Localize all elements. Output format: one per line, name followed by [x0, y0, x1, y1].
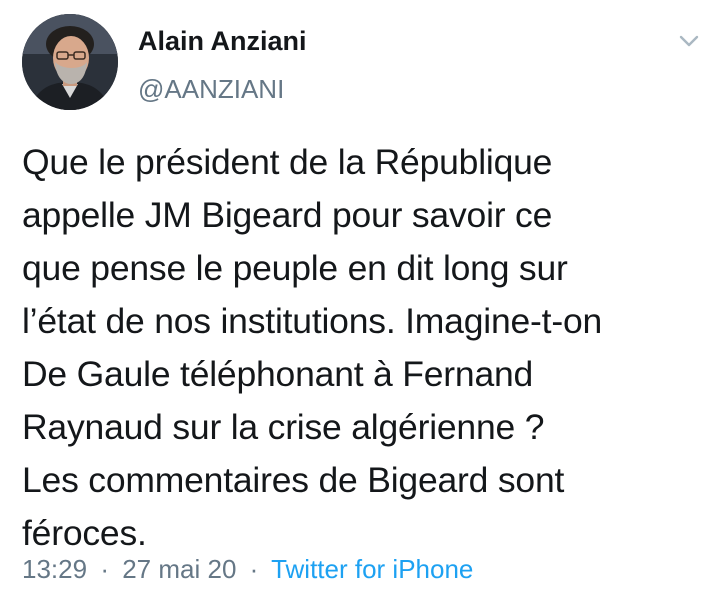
chevron-down-icon[interactable]: [676, 30, 702, 52]
tweet-card: Alain Anziani @AANZIANI Que le président…: [0, 0, 720, 595]
tweet-date[interactable]: 27 mai 20: [122, 554, 236, 584]
tweet-time[interactable]: 13:29: [22, 554, 87, 584]
author-handle[interactable]: @AANZIANI: [138, 74, 284, 105]
author-name[interactable]: Alain Anziani: [138, 26, 307, 57]
meta-separator: ·: [249, 554, 259, 584]
meta-separator: ·: [100, 554, 109, 584]
avatar[interactable]: [22, 14, 118, 110]
tweet-meta: 13:29 · 27 mai 20 · Twitter for iPhone: [22, 554, 473, 585]
source-link[interactable]: Twitter for iPhone: [271, 554, 473, 584]
avatar-portrait: [22, 14, 118, 110]
tweet-text: Que le président de la République appell…: [22, 142, 603, 553]
